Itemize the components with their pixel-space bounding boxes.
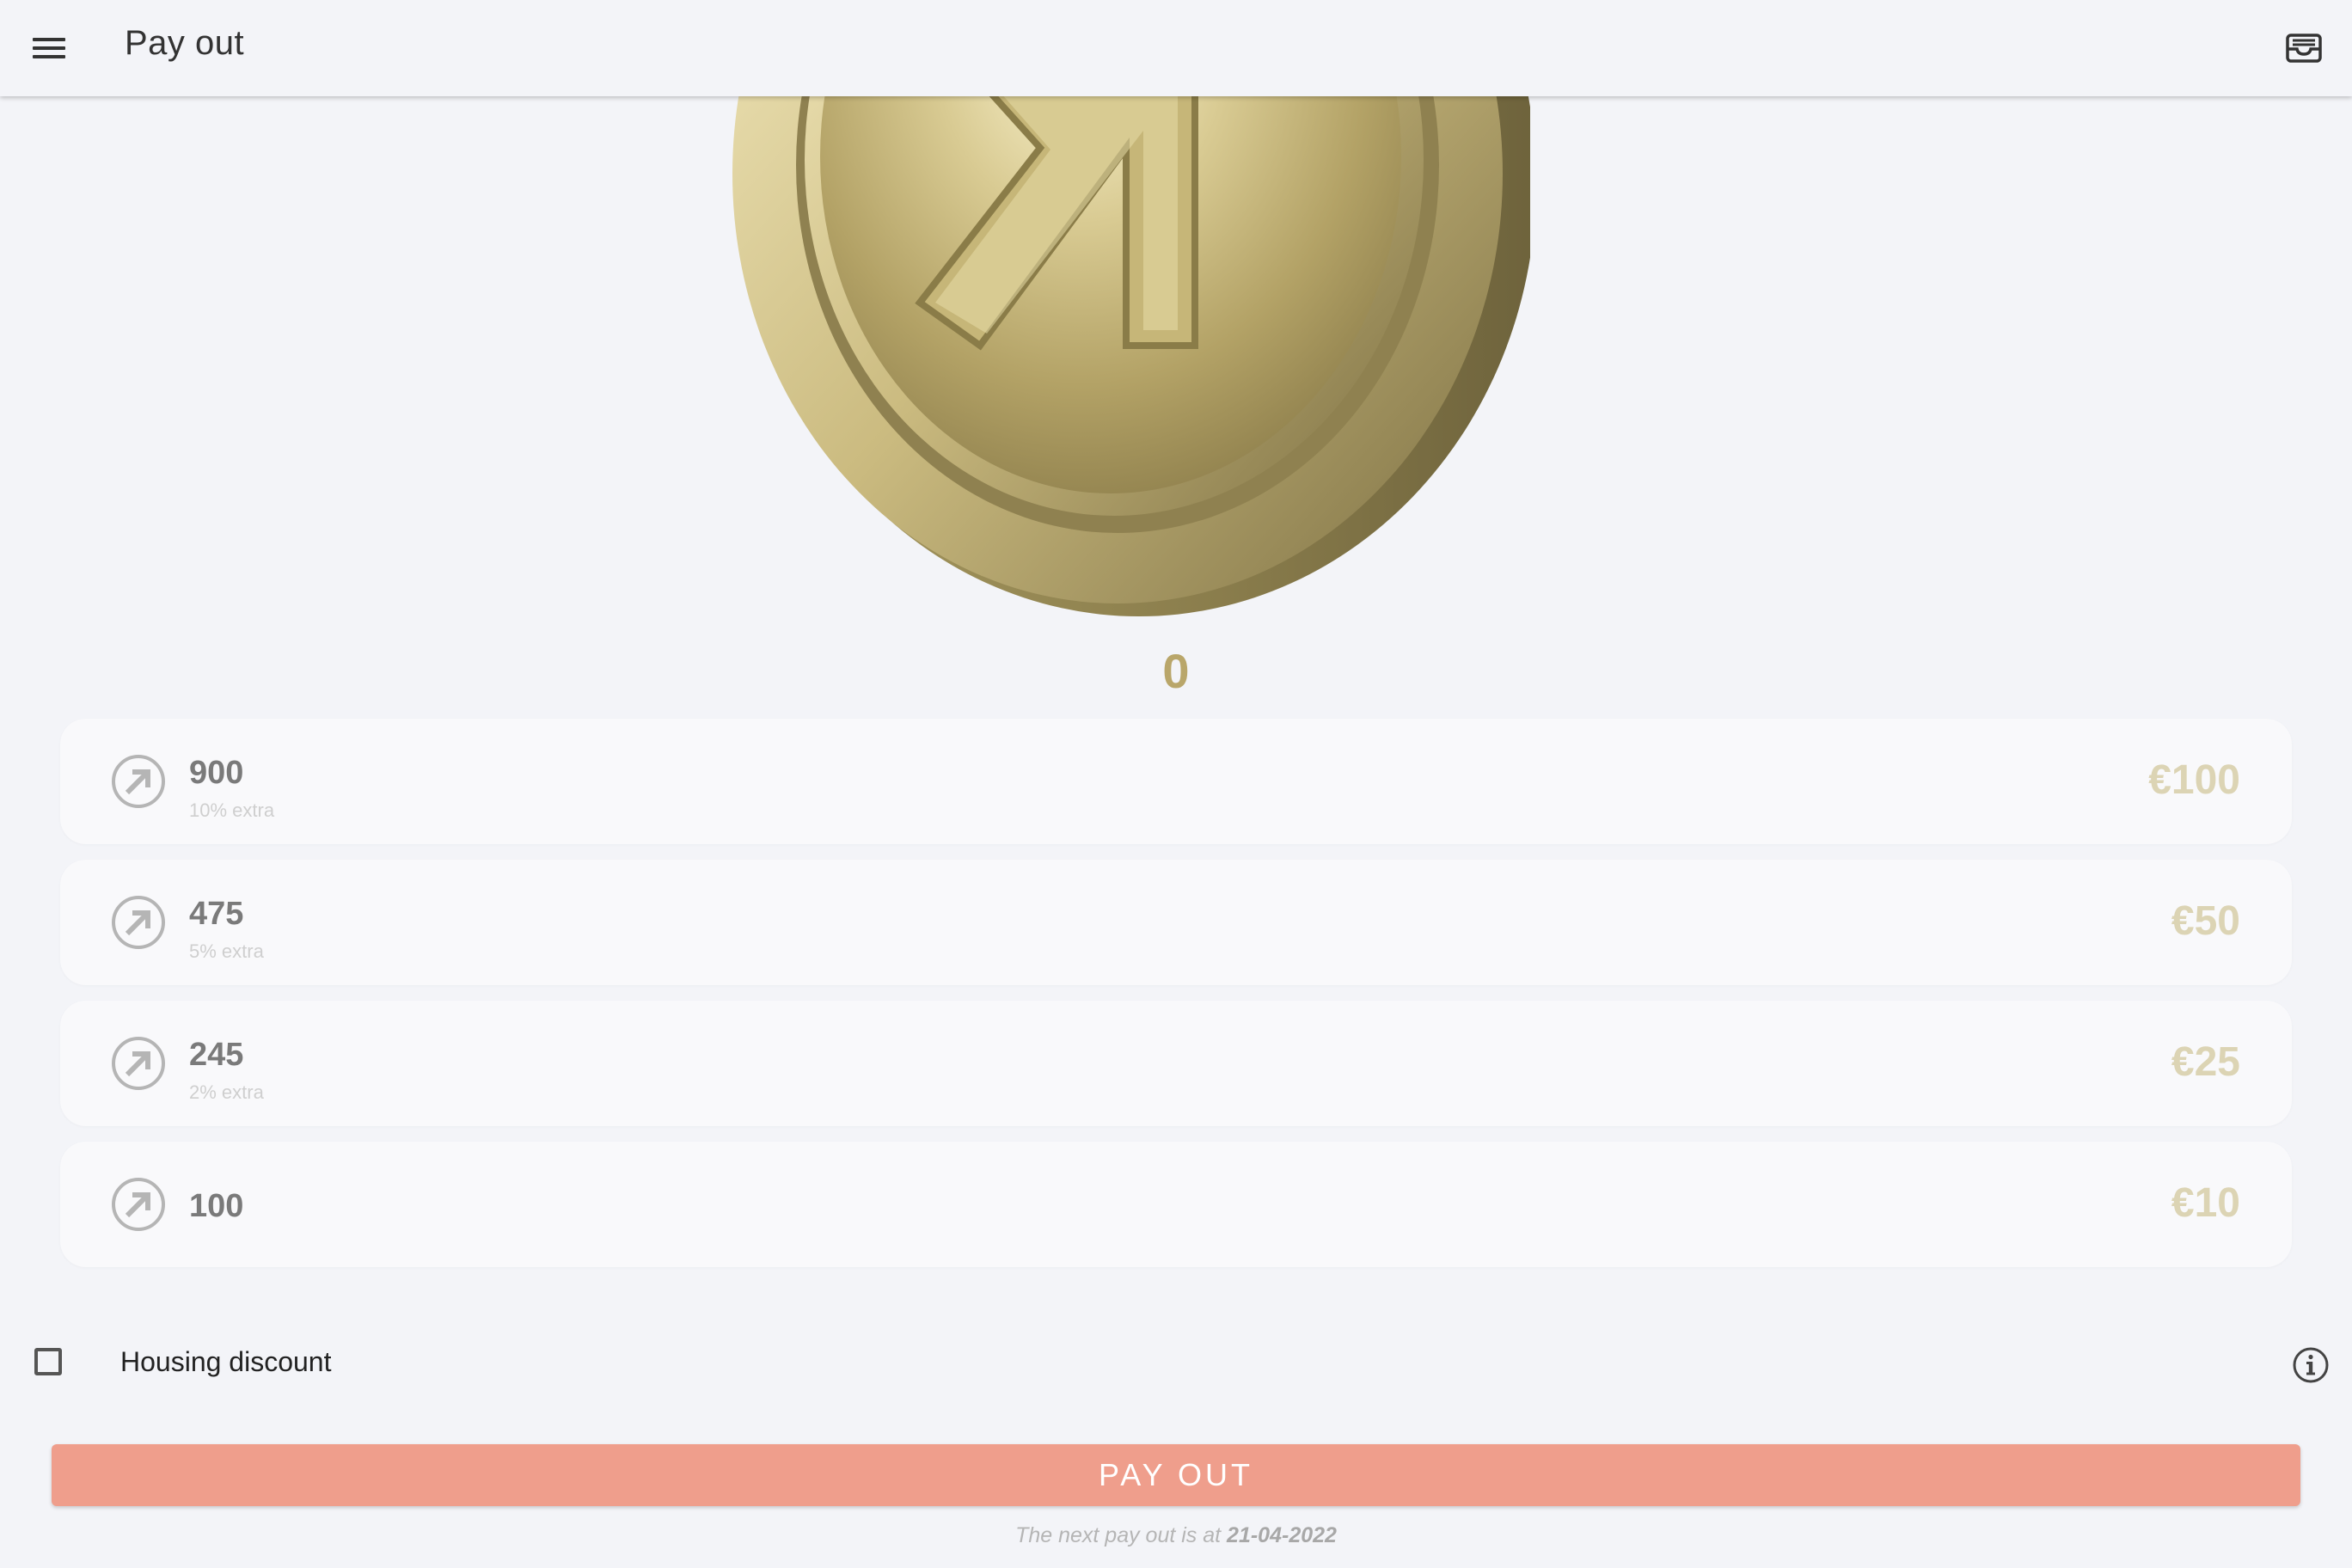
coin-logo-icon	[732, 96, 1530, 616]
menu-icon	[17, 17, 79, 79]
coin-arrow-icon	[112, 896, 165, 949]
offer-extra: 5% extra	[189, 940, 264, 962]
coin-arrow-icon	[112, 755, 165, 808]
housing-discount-label: Housing discount	[120, 1346, 332, 1377]
offer-extra: 10% extra	[189, 799, 275, 821]
next-payout-date: 21-04-2022	[1227, 1523, 1337, 1547]
offer-amount: 100	[189, 1188, 244, 1224]
offer-price: €100	[2148, 757, 2240, 803]
app-bar: Pay out	[0, 0, 2352, 96]
info-icon	[2293, 1347, 2329, 1383]
offer-amount: 245	[189, 1037, 244, 1073]
next-payout-prefix: The next pay out is at	[1015, 1523, 1228, 1547]
offer-row-475[interactable]: 475 5% extra €50	[60, 860, 2292, 985]
offer-amount: 900	[189, 755, 244, 791]
housing-discount-checkbox[interactable]	[34, 1348, 62, 1375]
coin-arrow-icon	[112, 1178, 165, 1231]
offer-row-100[interactable]: 100 €10	[60, 1142, 2292, 1267]
menu-button[interactable]	[17, 17, 79, 79]
pay-out-button[interactable]: PAY OUT	[52, 1444, 2300, 1506]
offer-price: €10	[2171, 1180, 2240, 1226]
coin-image	[714, 96, 1530, 629]
coin-arrow-icon	[112, 1037, 165, 1090]
next-payout-text: The next pay out is at 21-04-2022	[0, 1523, 2352, 1548]
coin-balance: 0	[1162, 644, 1190, 698]
offer-extra: 2% extra	[189, 1081, 264, 1103]
page-title: Pay out	[125, 24, 245, 62]
offer-row-900[interactable]: 900 10% extra €100	[60, 719, 2292, 844]
inbox-button[interactable]	[2273, 17, 2335, 79]
offer-price: €25	[2171, 1039, 2240, 1085]
offer-amount: 475	[189, 896, 244, 932]
offer-price: €50	[2171, 898, 2240, 944]
offer-row-245[interactable]: 245 2% extra €25	[60, 1001, 2292, 1126]
info-button[interactable]	[2287, 1341, 2335, 1389]
inbox-icon	[2286, 34, 2322, 63]
